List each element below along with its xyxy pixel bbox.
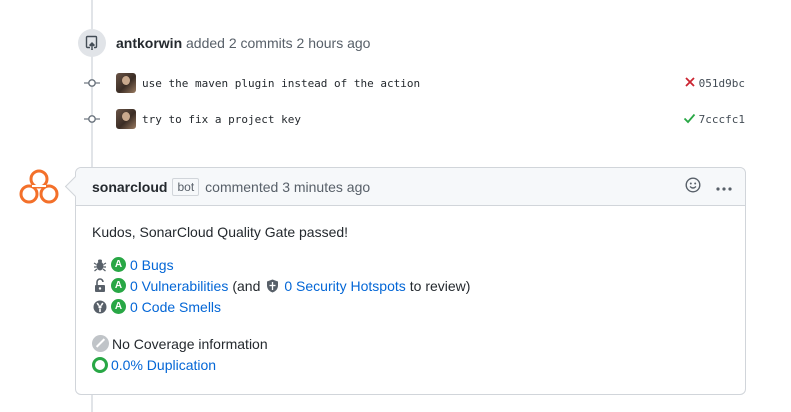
code-smells-link[interactable]: 0 Code Smells [130, 299, 221, 315]
comment-body: Kudos, SonarCloud Quality Gate passed! A… [76, 206, 745, 375]
commit-message-link[interactable]: use the maven plugin instead of the acti… [142, 77, 684, 90]
grade-badge[interactable]: A [111, 257, 126, 272]
comment-actions [685, 177, 733, 196]
coverage-metric: No Coverage information [92, 333, 729, 354]
event-actor-link[interactable]: antkorwin [116, 35, 182, 51]
author-avatar[interactable] [116, 109, 136, 129]
commit-row: try to fix a project key 7cccfc1 [80, 107, 750, 131]
shield-icon [264, 278, 280, 294]
bugs-link[interactable]: 0 Bugs [130, 257, 174, 273]
commit-icon [80, 71, 104, 95]
unlock-icon [92, 278, 108, 294]
vulnerabilities-metric: A 0 Vulnerabilities (and 0 Security Hots… [92, 275, 729, 296]
quality-gate-status: Kudos, SonarCloud Quality Gate passed! [92, 224, 349, 240]
kebab-menu-icon[interactable] [715, 179, 733, 195]
grade-badge[interactable]: A [111, 278, 126, 293]
comment-author-link[interactable]: sonarcloud [92, 179, 167, 195]
commit-status[interactable]: 7cccfc1 [683, 111, 745, 127]
smiley-icon[interactable] [685, 177, 701, 196]
commit-icon [80, 107, 104, 131]
comment-header: sonarcloud bot commented 3 minutes ago [76, 168, 745, 206]
hotspot-suffix-text: to review) [409, 277, 471, 294]
sonarcloud-logo-icon[interactable] [18, 168, 60, 206]
bugs-metric: A 0 Bugs [92, 254, 729, 275]
x-icon [684, 75, 696, 91]
commit-message-link[interactable]: try to fix a project key [142, 113, 683, 126]
grade-badge[interactable]: A [111, 299, 126, 314]
bug-icon [92, 257, 108, 273]
repo-push-icon [78, 29, 106, 57]
hotspot-prefix-text: (and [232, 277, 261, 294]
duplication-metric: 0.0% Duplication [92, 354, 729, 375]
commit-sha-link[interactable]: 7cccfc1 [699, 113, 745, 126]
event-action-text: added 2 commits 2 hours ago [186, 35, 371, 51]
commit-row: use the maven plugin instead of the acti… [80, 71, 750, 95]
coverage-text: No Coverage information [112, 335, 268, 352]
push-event: antkorwin added 2 commits 2 hours ago [78, 29, 370, 57]
no-coverage-icon [92, 335, 109, 352]
bot-label: bot [172, 177, 200, 196]
duplication-link[interactable]: 0.0% Duplication [111, 357, 216, 373]
commit-status[interactable]: 051d9bc [684, 75, 745, 91]
vulnerabilities-link[interactable]: 0 Vulnerabilities [130, 278, 228, 294]
code-smells-metric: A 0 Code Smells [92, 296, 729, 317]
security-hotspots-link[interactable]: 0 Security Hotspots [284, 278, 405, 294]
check-icon [683, 111, 696, 127]
commit-sha-link[interactable]: 051d9bc [699, 77, 745, 90]
comment-box: sonarcloud bot commented 3 minutes ago K… [75, 167, 746, 395]
event-description: antkorwin added 2 commits 2 hours ago [116, 35, 370, 51]
comment-timestamp-link[interactable]: commented 3 minutes ago [205, 179, 370, 195]
code-smell-icon [92, 299, 108, 315]
duplication-ring-icon [92, 356, 108, 373]
author-avatar[interactable] [116, 73, 136, 93]
